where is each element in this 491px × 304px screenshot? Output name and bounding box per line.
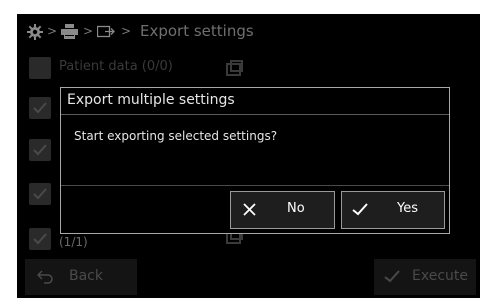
confirm-dialog: Export multiple settings Start exporting… [60, 87, 450, 234]
checkbox[interactable] [29, 183, 51, 205]
dialog-message: Start exporting selected settings? [74, 129, 278, 143]
close-icon [243, 203, 256, 216]
no-label: No [287, 201, 305, 216]
list-item-count: (1/1) [59, 235, 88, 249]
dialog-title: Export multiple settings [67, 92, 235, 108]
yes-label: Yes [397, 201, 418, 216]
check-icon [384, 270, 400, 283]
printer-icon [61, 24, 78, 43]
breadcrumb: > > > Export settings [17, 14, 480, 50]
checkbox[interactable] [29, 97, 51, 119]
gear-icon [27, 24, 43, 44]
checkbox[interactable] [29, 139, 51, 161]
checkbox[interactable] [29, 228, 51, 250]
checkbox[interactable] [29, 57, 51, 79]
page-title: Export settings [140, 22, 254, 40]
check-icon [352, 203, 368, 216]
breadcrumb-separator: > [83, 24, 94, 38]
file-icon[interactable] [221, 58, 247, 80]
device-screen: > > > Export settings Patient data (0/0) [17, 14, 480, 298]
dialog-title-bar: Export multiple settings [61, 88, 449, 115]
no-button[interactable]: No [230, 191, 335, 229]
export-icon [96, 24, 115, 43]
dialog-divider [61, 185, 449, 186]
execute-button[interactable]: Execute [374, 259, 476, 295]
breadcrumb-separator: > [121, 24, 132, 38]
list-item-label: Patient data (0/0) [59, 59, 173, 74]
back-label: Back [69, 268, 103, 284]
back-button[interactable]: Back [25, 259, 137, 295]
breadcrumb-separator: > [47, 24, 58, 38]
execute-label: Execute [412, 268, 468, 284]
back-arrow-icon [37, 270, 53, 284]
list-item[interactable]: Patient data (0/0) [17, 51, 480, 85]
yes-button[interactable]: Yes [341, 191, 445, 229]
